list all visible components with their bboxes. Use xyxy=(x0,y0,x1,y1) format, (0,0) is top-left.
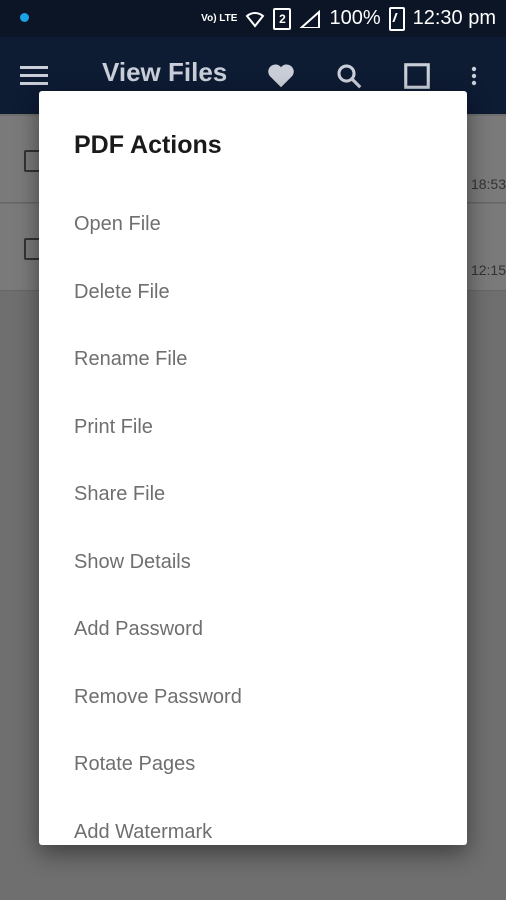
menu-item-rename-file[interactable]: Rename File xyxy=(39,326,467,394)
clock-time: 12:30 pm xyxy=(412,7,496,29)
menu-item-add-password[interactable]: Add Password xyxy=(39,596,467,664)
battery-percent: 100% xyxy=(329,7,381,29)
menu-item-share-file[interactable]: Share File xyxy=(39,461,467,529)
list-item-time: 12:15 xyxy=(470,262,506,278)
menu-item-add-watermark[interactable]: Add Watermark xyxy=(39,799,467,846)
heart-icon[interactable] xyxy=(266,61,296,91)
signal-strength-icon xyxy=(299,9,321,28)
battery-charging-icon xyxy=(388,6,405,31)
volte-icon: Vo) LTE xyxy=(201,12,238,24)
menu-item-remove-password[interactable]: Remove Password xyxy=(39,664,467,732)
dialog-title: PDF Actions xyxy=(74,131,222,159)
pdf-actions-dialog: PDF Actions Open File Delete File Rename… xyxy=(39,91,467,845)
wifi-icon xyxy=(246,11,265,28)
select-all-square-icon[interactable] xyxy=(402,61,432,91)
hamburger-menu-icon[interactable] xyxy=(20,66,48,86)
menu-item-delete-file[interactable]: Delete File xyxy=(39,259,467,327)
notification-dot-icon xyxy=(20,13,29,22)
list-item-time: 18:53 xyxy=(470,176,506,192)
search-icon[interactable] xyxy=(334,61,364,91)
more-vert-icon[interactable] xyxy=(462,61,486,91)
menu-item-open-file[interactable]: Open File xyxy=(39,191,467,259)
menu-item-show-details[interactable]: Show Details xyxy=(39,529,467,597)
app-title: View Files xyxy=(102,57,228,87)
status-right-cluster: Vo) LTE 2 100% 12:30 pm xyxy=(201,0,496,37)
actions-menu: Open File Delete File Rename File Print … xyxy=(39,191,467,845)
menu-item-rotate-pages[interactable]: Rotate Pages xyxy=(39,731,467,799)
sim-slot-icon: 2 xyxy=(273,7,292,30)
menu-item-print-file[interactable]: Print File xyxy=(39,394,467,462)
status-bar: Vo) LTE 2 100% 12:30 pm xyxy=(0,0,506,37)
